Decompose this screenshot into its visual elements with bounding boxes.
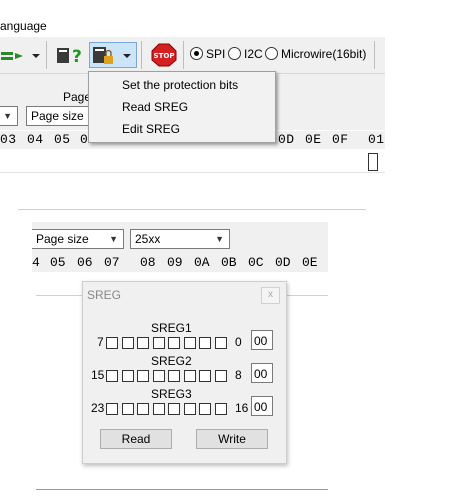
menu-language[interactable]: anguage [0,19,47,33]
sreg2-bit-checkbox[interactable] [121,370,134,382]
page-size-select-2[interactable]: Page size ▼ [32,229,124,249]
chevron-down-icon: ▼ [3,111,12,121]
hex-col: 07 [104,255,120,270]
menu-item-edit-sreg[interactable]: Edit SREG [122,122,180,136]
sreg2-high-bit: 15 [91,368,105,382]
toolbar-separator [141,41,142,69]
protocol-microwire[interactable]: Microwire(16bit) [265,47,366,61]
hex-col: 09 [167,255,183,270]
hex-col: 01 [368,132,385,147]
hex-col: 06 [77,255,93,270]
page-label: Page [63,90,92,104]
sreg1-value[interactable]: 00 [251,330,273,350]
hex-col: 4 [32,255,40,270]
sreg1-bit-checkbox[interactable] [106,337,118,349]
sreg2-bit-checkbox[interactable] [137,370,149,382]
read-button[interactable]: Read [100,429,172,449]
hex-column-header-2: 4 05 06 07 08 09 0A 0B 0C 0D 0E [32,254,328,272]
protection-menu: Set the protection bits Read SREG Edit S… [88,71,276,143]
menu-item-read-sreg[interactable]: Read SREG [122,100,188,114]
sreg3-bit-checkbox[interactable] [137,403,149,415]
toolbar-separator [374,41,375,69]
sreg3-low-bit: 16 [235,401,249,415]
radio-icon[interactable] [228,47,241,60]
divider [0,172,385,173]
sreg1-bit-checkbox[interactable] [214,337,227,349]
chip-help-icon[interactable]: ? [53,42,89,68]
sreg2-label: SREG2 [151,354,192,368]
sreg3-bit-checkbox[interactable] [106,403,118,415]
toolbar-separator [183,41,184,69]
close-icon[interactable]: x [261,287,280,304]
sreg1-bit-checkbox[interactable] [137,337,149,349]
hex-col: 04 [27,132,44,147]
menu-item-set-protection[interactable]: Set the protection bits [122,78,238,92]
radio-icon[interactable] [190,47,203,60]
protocol-spi[interactable]: SPI [190,47,225,61]
hex-col: 0F [332,132,349,147]
sreg2-bit-checkbox[interactable] [152,370,165,382]
sreg1-high-bit: 7 [97,335,104,349]
toolbar-separator [46,41,47,69]
dialog-title: SREG [87,288,122,302]
sreg3-high-bit: 23 [91,401,105,415]
stop-label: STOP [154,52,175,60]
hex-col: 0D [275,255,291,270]
radio-icon[interactable] [265,47,278,60]
sreg1-bit-checkbox[interactable] [183,337,196,349]
svg-text:?: ? [72,47,82,67]
sreg2-value[interactable]: 00 [251,363,273,383]
chip-series-select[interactable]: 25xx ▼ [130,229,230,249]
hex-col: 0B [221,255,237,270]
hex-col: 0E [302,255,318,270]
sreg2-low-bit: 8 [235,368,242,382]
sreg2-bit-checkbox[interactable] [168,370,180,382]
chip-protect-button[interactable] [89,42,137,68]
hex-col: 0C [248,255,264,270]
sreg1-label: SREG1 [151,321,192,335]
chevron-down-icon[interactable] [29,42,43,68]
sreg1-bit-checkbox[interactable] [199,337,211,349]
hex-col: 05 [50,255,66,270]
sreg3-value[interactable]: 00 [251,396,273,416]
sreg3-bit-checkbox[interactable] [168,403,180,415]
page-size-select[interactable]: Page size [26,106,90,126]
sreg3-label: SREG3 [151,387,192,401]
sreg3-bit-checkbox[interactable] [214,403,227,415]
hex-col: 0D [278,132,295,147]
hex-col: 0A [194,255,210,270]
sreg2-bit-checkbox[interactable] [183,370,196,382]
sreg1-bit-checkbox[interactable] [152,337,165,349]
sreg1-bit-checkbox[interactable] [121,337,134,349]
list-icon[interactable] [0,42,30,68]
sreg3-bit-checkbox[interactable] [121,403,134,415]
stop-icon[interactable]: STOP [150,42,178,68]
divider [36,489,328,490]
toolbar: ? STOP SPI I2C Microwire(16bit) [0,37,385,74]
protocol-i2c[interactable]: I2C [228,47,263,61]
options-panel-2: Page size ▼ 25xx ▼ [32,222,328,254]
chevron-down-icon: ▼ [215,234,224,244]
window-edge [18,209,366,210]
sreg-dialog: SREG x SREG1 7 0 00 SREG2 15 8 00 SREG3 … [82,281,287,464]
hex-col: 05 [54,132,71,147]
sreg3-bit-checkbox[interactable] [183,403,196,415]
hex-col: 0E [305,132,322,147]
menu-bar: anguage [0,0,385,36]
sreg1-bit-checkbox[interactable] [168,337,180,349]
text-cursor [368,153,378,171]
sreg3-bit-checkbox[interactable] [152,403,165,415]
sreg2-bit-checkbox[interactable] [106,370,118,382]
sreg2-bit-checkbox[interactable] [199,370,211,382]
sreg1-low-bit: 0 [235,335,242,349]
left-combo[interactable]: ▼ [0,106,18,126]
sreg2-bit-checkbox[interactable] [214,370,227,382]
sreg3-bit-checkbox[interactable] [199,403,211,415]
write-button[interactable]: Write [196,429,268,449]
chevron-down-icon: ▼ [109,234,118,244]
hex-col: 03 [0,132,17,147]
hex-col: 08 [140,255,156,270]
